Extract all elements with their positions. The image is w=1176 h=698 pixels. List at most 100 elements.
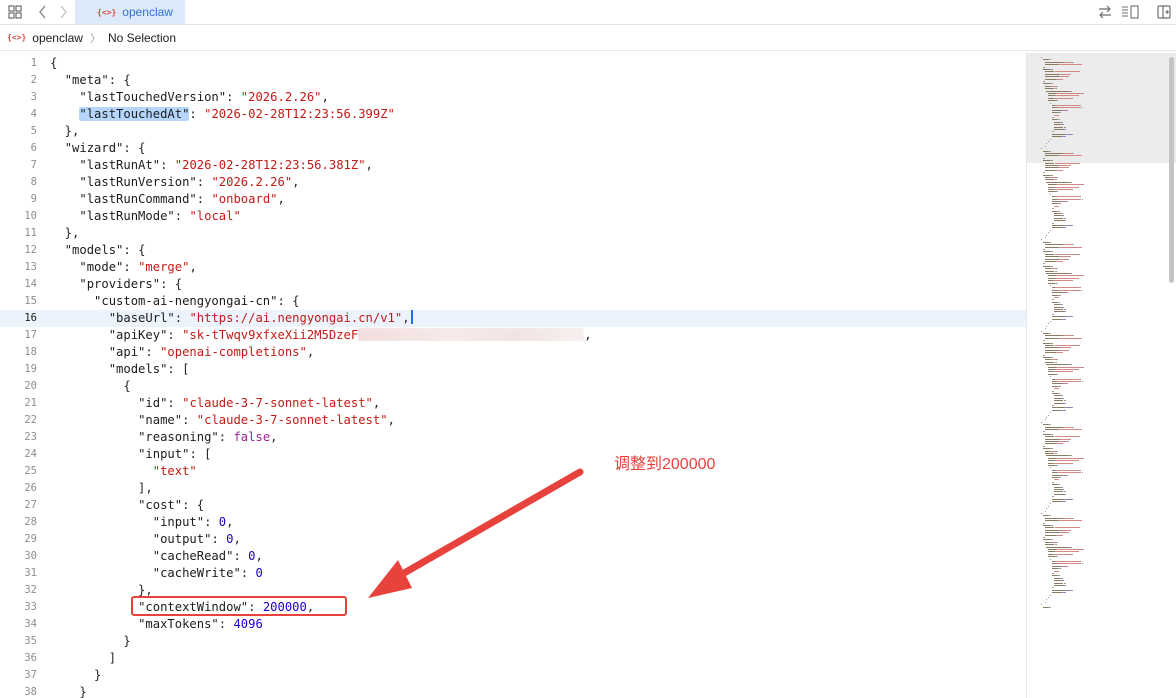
code-line[interactable]: 15 "custom-ai-nengyongai-cn": {: [0, 293, 1026, 310]
code-line[interactable]: 16 "baseUrl": "https://ai.nengyongai.cn/…: [0, 310, 1026, 327]
minimap-line: [1059, 73, 1070, 75]
minimap-line: [1057, 119, 1060, 121]
line-number: 22: [24, 414, 37, 426]
code-token: "maxTokens": [138, 617, 219, 631]
minimap-line: [1058, 472, 1082, 474]
minimap-line: [1044, 153, 1063, 154]
line-number: 18: [24, 346, 37, 358]
code-line[interactable]: 17 "apiKey": "sk-tTwqv9xfxeXii2M5DzeF,: [0, 327, 1026, 344]
tab-label: openclaw: [122, 5, 173, 19]
minimap-line: [1057, 268, 1059, 270]
code-line[interactable]: 22 "name": "claude-3-7-sonnet-latest",: [0, 412, 1026, 429]
minimap-line: [1042, 340, 1045, 342]
line-number: 3: [30, 91, 37, 103]
minimap-line: [1048, 100, 1056, 102]
minimap-line: [1061, 304, 1063, 306]
minimap-line: [1044, 246, 1059, 248]
code-line[interactable]: 35 }: [0, 633, 1026, 650]
minimap-line: [1053, 553, 1072, 555]
swap-arrows-icon[interactable]: [1096, 3, 1114, 21]
code-line[interactable]: 24 "input": [: [0, 446, 1026, 463]
code-line[interactable]: 38 }: [0, 684, 1026, 698]
code-token: "lastRunCommand": [79, 192, 197, 206]
code-line[interactable]: 26 ],: [0, 480, 1026, 497]
minimap-line: [1059, 438, 1070, 440]
code-line[interactable]: 1{: [0, 55, 1026, 72]
code-line[interactable]: 3 "lastTouchedVersion": "2026.2.26",: [0, 89, 1026, 106]
code-line[interactable]: 7 "lastRunAt": "2026-02-28T12:23:56.381Z…: [0, 157, 1026, 174]
minimap-line: [1054, 270, 1058, 272]
code-line[interactable]: 37 }: [0, 667, 1026, 684]
minimap-line: [1068, 76, 1069, 78]
minimap-line: [1050, 342, 1053, 344]
minimap-line: [1063, 335, 1074, 337]
code-token: "https://ai.nengyongai.cn/v1": [189, 311, 403, 325]
chevron-right-icon[interactable]: [54, 3, 72, 21]
breadcrumb-selection[interactable]: No Selection: [108, 31, 176, 45]
code-line[interactable]: 18 "api": "openai-completions",: [0, 344, 1026, 361]
minimap-line: [1051, 292, 1062, 294]
minimap-line: [1057, 301, 1060, 303]
code-line[interactable]: 2 "meta": {: [0, 72, 1026, 89]
minimap-line: [1068, 441, 1069, 442]
minimap-line: [1058, 289, 1082, 291]
grid-icon[interactable]: [6, 3, 24, 21]
code-line[interactable]: 31 "cacheWrite": 0: [0, 565, 1026, 582]
code-token: :: [123, 260, 139, 274]
code-line[interactable]: 9 "lastRunCommand": "onboard",: [0, 191, 1026, 208]
minimap-line: [1042, 263, 1045, 265]
code-line[interactable]: 19 "models": [: [0, 361, 1026, 378]
code-line[interactable]: 5 },: [0, 123, 1026, 140]
code-token: ]: [50, 651, 117, 665]
minimap[interactable]: [1026, 53, 1176, 698]
add-editor-icon[interactable]: [1155, 3, 1173, 21]
line-number: 12: [24, 244, 37, 256]
code-line[interactable]: 4 "lastTouchedAt": "2026-02-28T12:23:56.…: [0, 106, 1026, 123]
minimap-line: [1068, 349, 1069, 351]
code-line[interactable]: 28 "input": 0,: [0, 514, 1026, 531]
minimap-line: [1044, 270, 1055, 272]
minimap-line: [1046, 325, 1048, 327]
code-line[interactable]: 25 "text": [0, 463, 1026, 480]
minimap-line: [1046, 234, 1048, 236]
breadcrumb-file[interactable]: openclaw: [32, 31, 83, 45]
code-line[interactable]: 8 "lastRunVersion": "2026.2.26",: [0, 174, 1026, 191]
minimap-line: [1056, 460, 1078, 462]
code-line[interactable]: 34 "maxTokens": 4096: [0, 616, 1026, 633]
code-line[interactable]: 21 "id": "claude-3-7-sonnet-latest",: [0, 395, 1026, 412]
chevron-left-icon[interactable]: [34, 3, 52, 21]
code-text: "lastRunMode": "local": [50, 208, 240, 225]
code-line[interactable]: 30 "cacheRead": 0,: [0, 548, 1026, 565]
minimap-line: [1050, 285, 1051, 286]
code-text: "providers": {: [50, 276, 182, 293]
code-line[interactable]: 6 "wizard": {: [0, 140, 1026, 157]
redacted-secret: [358, 328, 585, 341]
code-token: "lastRunMode": [79, 209, 175, 223]
minimap-line: [1044, 78, 1057, 80]
line-number: 30: [24, 550, 37, 562]
code-line[interactable]: 27 "cost": {: [0, 497, 1026, 514]
code-line[interactable]: 10 "lastRunMode": "local": [0, 208, 1026, 225]
code-line[interactable]: 11 },: [0, 225, 1026, 242]
text-lines-icon[interactable]: [1121, 3, 1139, 21]
minimap-line: [1046, 181, 1069, 183]
vertical-scrollbar[interactable]: [1169, 57, 1174, 283]
minimap-line: [1053, 580, 1061, 582]
minimap-line: [1053, 489, 1061, 490]
code-line[interactable]: 20 {: [0, 378, 1026, 395]
tab-openclaw[interactable]: {<>} openclaw: [75, 0, 185, 24]
minimap-line: [1058, 294, 1061, 296]
code-token: "input": [138, 447, 190, 461]
minimap-line: [1051, 565, 1062, 567]
code-line[interactable]: 36 ]: [0, 650, 1026, 667]
code-line[interactable]: 14 "providers": {: [0, 276, 1026, 293]
minimap-line: [1051, 498, 1066, 500]
code-line[interactable]: 29 "output": 0,: [0, 531, 1026, 548]
code-line[interactable]: 13 "mode": "merge",: [0, 259, 1026, 276]
code-line[interactable]: 12 "models": {: [0, 242, 1026, 259]
code-token: ,: [277, 192, 285, 206]
code-line[interactable]: 23 "reasoning": false,: [0, 429, 1026, 446]
